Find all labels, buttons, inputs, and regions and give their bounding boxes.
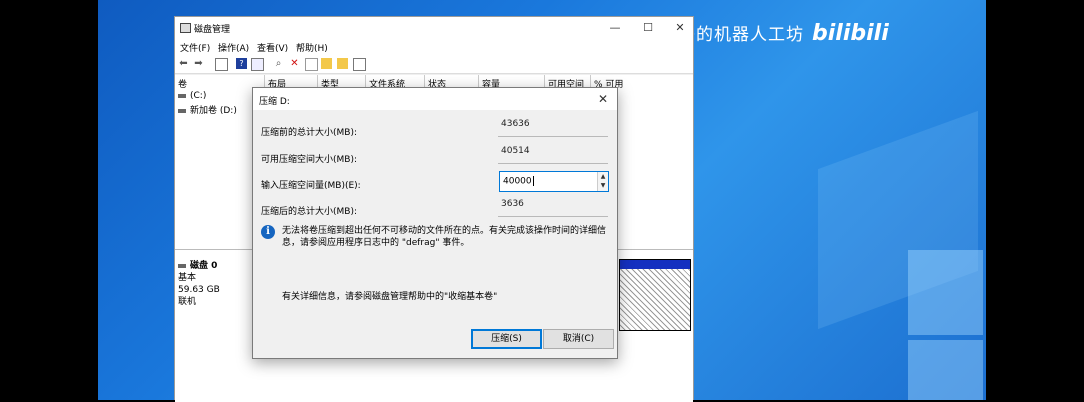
shrink-amount-label: 输入压缩空间量(MB)(E):: [261, 181, 361, 191]
back-icon[interactable]: ⬅: [178, 58, 189, 69]
window-title: 磁盘管理: [194, 25, 231, 35]
stepper-arrows: ▲ ▼: [597, 172, 608, 191]
shrink-amount-input[interactable]: 40000: [503, 176, 534, 187]
wallpaper-window-pane: [908, 250, 983, 335]
info-icon: i: [261, 225, 275, 239]
stepper-down-icon[interactable]: ▼: [598, 181, 608, 190]
properties-icon[interactable]: [215, 58, 228, 71]
available-shrink-value: 40514: [498, 145, 608, 164]
window-titlebar[interactable]: 磁盘管理 — ☐ ✕: [175, 17, 693, 39]
partition-header-bar: [620, 260, 690, 269]
total-size-before-label: 压缩前的总计大小(MB):: [261, 128, 357, 138]
delete-icon[interactable]: ✕: [289, 58, 300, 69]
bilibili-logo: bilibili: [812, 21, 889, 46]
dialog-close-button[interactable]: ✕: [595, 91, 611, 107]
connect-icon[interactable]: ⌕: [273, 58, 284, 69]
disk-management-app-icon: [180, 23, 191, 33]
volume-row[interactable]: (C:): [178, 91, 206, 101]
total-size-after-label: 压缩后的总计大小(MB):: [261, 207, 357, 217]
total-size-before-value: 43636: [498, 118, 608, 137]
minimize-button[interactable]: —: [600, 19, 630, 37]
disk-size: 59.63 GB: [178, 285, 220, 295]
stepper-up-icon[interactable]: ▲: [598, 172, 608, 181]
menu-help[interactable]: 帮助(H): [296, 41, 328, 54]
maximize-button[interactable]: ☐: [633, 19, 663, 37]
cancel-button[interactable]: 取消(C): [543, 329, 614, 349]
disk-label[interactable]: 磁盘 0 基本 59.63 GB 联机: [178, 260, 248, 308]
volume-row[interactable]: 新加卷 (D:): [178, 103, 237, 116]
settings-icon[interactable]: [353, 58, 366, 71]
info-message: 无法将卷压缩到超出任何不可移动的文件所在的点。有关完成该操作时间的详细信息，请参…: [282, 226, 607, 248]
total-size-after-value: 3636: [498, 198, 608, 217]
menu-bar: 文件(F) 操作(A) 查看(V) 帮助(H): [175, 39, 693, 55]
open-folder-icon[interactable]: [321, 58, 332, 69]
close-button[interactable]: ✕: [665, 19, 695, 37]
more-info-text: 有关详细信息，请参阅磁盘管理帮助中的"收缩基本卷": [282, 292, 498, 302]
disk-type: 基本: [178, 273, 197, 283]
disk-icon: [178, 263, 186, 268]
shrink-dialog: 压缩 D: ✕ 压缩前的总计大小(MB): 43636 可用压缩空间大小(MB)…: [252, 87, 618, 359]
shrink-amount-stepper[interactable]: 40000 ▲ ▼: [499, 171, 609, 192]
disk-name: 磁盘 0: [190, 261, 218, 271]
shrink-button[interactable]: 压缩(S): [471, 329, 542, 349]
dialog-titlebar[interactable]: 压缩 D: ✕: [253, 88, 617, 110]
menu-action[interactable]: 操作(A): [218, 41, 249, 54]
partition-block[interactable]: [619, 259, 691, 331]
help-icon[interactable]: ?: [236, 58, 247, 69]
toolbar: ⬅ ➡ ? ⌕ ✕: [175, 55, 693, 74]
disk-status: 联机: [178, 297, 197, 307]
explore-icon[interactable]: [337, 58, 348, 69]
list-view-icon[interactable]: [251, 58, 264, 71]
volume-icon: [178, 93, 186, 98]
wallpaper-window-pane: [908, 340, 983, 400]
available-shrink-label: 可用压缩空间大小(MB):: [261, 155, 357, 165]
volume-icon: [178, 108, 186, 113]
menu-file[interactable]: 文件(F): [180, 41, 210, 54]
dialog-title: 压缩 D:: [259, 97, 290, 107]
forward-icon[interactable]: ➡: [193, 58, 204, 69]
menu-view[interactable]: 查看(V): [257, 41, 288, 54]
check-disk-icon[interactable]: [305, 58, 318, 71]
